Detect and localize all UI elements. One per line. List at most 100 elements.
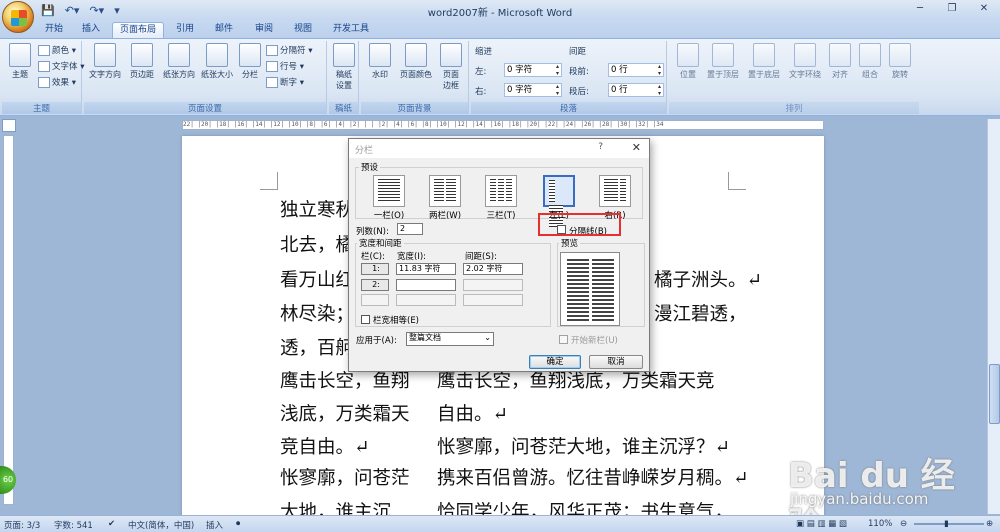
position-button[interactable]: 位置 (673, 43, 703, 80)
page-count[interactable]: 页面: 3/3 (4, 519, 40, 531)
tab-view[interactable]: 视图 (287, 22, 319, 38)
draft-settings-button[interactable]: 稿纸 设置 (331, 43, 357, 91)
theme-colors-button[interactable]: 颜色 ▾ (38, 44, 76, 56)
col1-spacing-input[interactable]: 2.02 字符 (463, 263, 523, 275)
doc-line: 怅寥廓，问苍茫 (280, 468, 410, 489)
close-button[interactable]: ✕ (968, 0, 1000, 18)
page-color-button[interactable]: 页面颜色 (397, 43, 435, 80)
tab-review[interactable]: 审阅 (248, 22, 280, 38)
group-label-page-setup: 页面设置 (84, 102, 326, 114)
columns-button[interactable]: 分栏 (238, 43, 262, 80)
preset-one-column[interactable] (373, 175, 405, 207)
dialog-close-button[interactable]: ✕ (632, 141, 641, 154)
rotate-button[interactable]: 旋转 (885, 43, 915, 80)
equal-width-checkbox[interactable] (361, 315, 370, 324)
spacing-before-input[interactable]: 0 行 (608, 63, 664, 77)
word-window: 💾 ↶▾ ↷▾ ▾ word2007新 - Microsoft Word ─ ❐… (0, 0, 1000, 532)
macro-icon[interactable]: ⏺ (236, 519, 240, 529)
apply-to-select[interactable]: 整篇文档 ⌄ (406, 332, 494, 346)
proofing-icon[interactable]: ✔ (108, 519, 115, 529)
preview-page (560, 252, 620, 326)
text-wrap-button[interactable]: 文字环绕 (785, 43, 825, 80)
minimize-button[interactable]: ─ (904, 0, 936, 18)
size-button[interactable]: 纸张大小 (198, 43, 236, 80)
col2-width-input[interactable] (396, 279, 456, 291)
help-button[interactable]: ? (598, 142, 603, 152)
doc-line: 浅底，万类霜天 (280, 404, 410, 425)
tab-mailings[interactable]: 邮件 (208, 22, 240, 38)
group-label-page-background: 页面背景 (361, 102, 468, 114)
language-status[interactable]: 中文(简体，中国) (128, 519, 194, 531)
num-columns-input[interactable]: 2 (397, 223, 423, 235)
margins-icon (131, 43, 153, 67)
indent-left-input[interactable]: 0 字符 (504, 63, 562, 77)
preset-two-columns[interactable] (429, 175, 461, 207)
view-buttons[interactable]: ▣ ▤ ▥ ▦ ▧ (796, 519, 847, 529)
horizontal-ruler[interactable]: 22│ │20│ │18│ │16│ │14│ │12│ │10│ │8│ │6… (182, 120, 824, 130)
group-themes: 主题 颜色 ▾ 文字体 ▾ 效果 ▾ 主题 (2, 41, 84, 114)
group-button[interactable]: 组合 (855, 43, 885, 80)
vertical-ruler[interactable] (3, 135, 14, 505)
zoom-slider-thumb[interactable]: ▮ (944, 519, 949, 529)
send-back-button[interactable]: 置于底层 (744, 43, 784, 80)
bring-front-button[interactable]: 置于顶层 (703, 43, 743, 80)
margin-corner (260, 172, 278, 190)
tab-developer[interactable]: 开发工具 (326, 22, 376, 38)
page-borders-button[interactable]: 页面 边框 (437, 43, 465, 91)
theme-effects-button[interactable]: 效果 ▾ (38, 76, 76, 88)
page-borders-icon (440, 43, 462, 67)
breaks-icon (266, 45, 278, 56)
presets-label: 预设 (359, 161, 381, 173)
hyphenation-icon (266, 77, 278, 88)
preset-left[interactable] (543, 175, 575, 227)
themes-button[interactable]: 主题 (6, 43, 34, 80)
line-numbers-icon (266, 61, 278, 72)
theme-fonts-button[interactable]: 文字体 ▾ (38, 60, 84, 72)
tab-page-layout[interactable]: 页面布局 (112, 22, 165, 38)
col3-width-input (396, 294, 456, 306)
preset-right[interactable] (599, 175, 631, 207)
ok-button[interactable]: 确定 (529, 355, 581, 369)
preview-column (567, 259, 589, 321)
col1-width-input[interactable]: 11.83 字符 (396, 263, 456, 275)
window-title: word2007新 - Microsoft Word (427, 8, 573, 19)
vertical-scrollbar[interactable] (987, 119, 1000, 514)
restore-button[interactable]: ❐ (936, 0, 968, 18)
doc-line: 北去，橘 (280, 235, 355, 256)
preview-label: 预览 (559, 237, 581, 249)
window-controls: ─ ❐ ✕ (904, 0, 1000, 18)
zoom-out-icon[interactable]: ⊖ (900, 519, 907, 529)
watermark-button[interactable]: 水印 (365, 43, 395, 80)
doc-line: 怅寥廓，问苍茫大地，谁主沉浮？↵ (437, 437, 731, 458)
tab-insert[interactable]: 插入 (75, 22, 107, 38)
breaks-button[interactable]: 分隔符 ▾ (266, 44, 312, 56)
spacing-after-input[interactable]: 0 行 (608, 83, 664, 97)
cancel-button[interactable]: 取消 (589, 355, 643, 369)
dialog-title: 分栏 (355, 146, 374, 156)
indent-right-input[interactable]: 0 字符 (504, 83, 562, 97)
zoom-in-icon[interactable]: ⊕ (986, 519, 993, 529)
orientation-button[interactable]: 纸张方向 (160, 43, 198, 80)
text-direction-button[interactable]: 文字方向 (86, 43, 124, 80)
preset-three-columns[interactable] (485, 175, 517, 207)
tab-references[interactable]: 引用 (169, 22, 201, 38)
insert-mode[interactable]: 插入 (206, 519, 223, 531)
ruler-toggle-button[interactable] (2, 119, 16, 132)
group-label-themes: 主题 (2, 102, 81, 114)
office-button[interactable] (2, 1, 34, 33)
line-numbers-button[interactable]: 行号 ▾ (266, 60, 304, 72)
title-bar: 💾 ↶▾ ↷▾ ▾ word2007新 - Microsoft Word ─ ❐… (0, 0, 1000, 20)
tab-home[interactable]: 开始 (38, 22, 70, 38)
draft-paper-icon (333, 43, 355, 67)
align-button[interactable]: 对齐 (825, 43, 855, 80)
hyphenation-button[interactable]: 断字 ▾ (266, 76, 304, 88)
group-arrange: 位置 置于顶层 置于底层 文字环绕 对齐 组合 旋转 排列 (669, 41, 919, 114)
office-logo-icon (11, 10, 27, 26)
zoom-level[interactable]: 110% (868, 519, 892, 529)
margins-button[interactable]: 页边距 (126, 43, 158, 80)
zoom-slider[interactable] (914, 523, 984, 525)
spacing-label: 间距 (569, 47, 587, 57)
rotate-icon (889, 43, 911, 67)
word-count[interactable]: 字数: 541 (54, 519, 93, 531)
scrollbar-thumb[interactable] (989, 364, 1000, 424)
